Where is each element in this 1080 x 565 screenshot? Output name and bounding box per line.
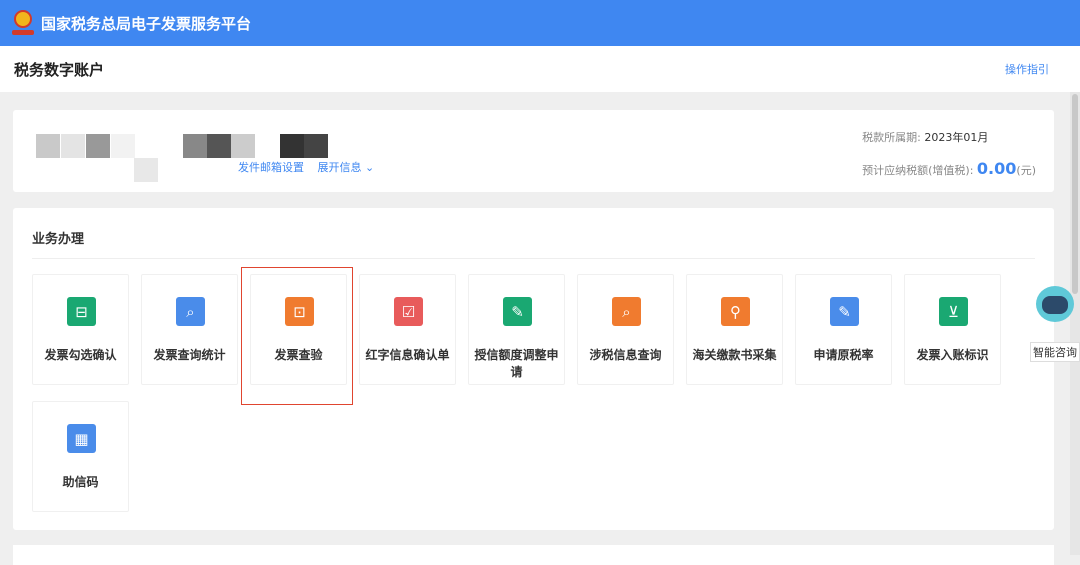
operation-guide-link[interactable]: 操作指引: [1005, 61, 1049, 77]
divider: [32, 258, 1035, 259]
tile-label: 红字信息确认单: [365, 348, 450, 362]
top-bar: 国家税务总局电子发票服务平台: [0, 0, 1080, 46]
account-card: 发件邮箱设置 展开信息 ⌄ 税款所属期: 2023年01月 预计应纳税额(增值税…: [13, 110, 1054, 192]
tile-search-doc[interactable]: ⌕ 发票查询统计: [141, 274, 238, 385]
tile-label: 发票查询统计: [153, 348, 226, 362]
tax-summary: 税款所属期: 2023年01月 预计应纳税额(增值税): 0.00(元): [862, 129, 1036, 178]
assistant-label: 智能咨询: [1030, 342, 1080, 362]
highlight-box: [241, 267, 353, 405]
platform-title: 国家税务总局电子发票服务平台: [41, 14, 252, 33]
next-card: [13, 545, 1054, 565]
tile-pen-doc[interactable]: ✎ 申请原税率: [795, 274, 892, 385]
tile-label: 申请原税率: [813, 348, 874, 362]
search-doc-icon: ⌕: [176, 297, 205, 326]
period-value: 2023年01月: [924, 131, 989, 144]
national-emblem-icon: [11, 8, 35, 38]
tile-label: 海关缴款书采集: [692, 348, 777, 362]
tile-doc-location[interactable]: ⚲ 海关缴款书采集: [686, 274, 783, 385]
folder-search-icon: ⌕: [612, 297, 641, 326]
ticket-icon: ⊟: [67, 297, 96, 326]
tax-amount: 0.00: [976, 159, 1017, 178]
page-title: 税务数字账户: [14, 60, 105, 79]
tile-qr-code[interactable]: ▦ 助信码: [32, 401, 129, 512]
tile-folder-search[interactable]: ⌕ 涉税信息查询: [577, 274, 674, 385]
tile-edit-doc[interactable]: ✎ 授信额度调整申请: [468, 274, 565, 385]
period-label: 税款所属期:: [862, 131, 921, 144]
tile-label: 发票勾选确认: [44, 348, 117, 362]
tax-label: 预计应纳税额(增值税):: [862, 164, 974, 177]
smart-assistant[interactable]: 智能咨询: [1030, 278, 1080, 362]
tax-unit: (元): [1016, 164, 1036, 177]
pen-doc-icon: ✎: [830, 297, 859, 326]
doc-location-icon: ⚲: [721, 297, 750, 326]
tile-label: 授信额度调整申请: [474, 348, 559, 379]
tile-inbox[interactable]: ⊻ 发票入账标识: [904, 274, 1001, 385]
tile-label: 助信码: [62, 475, 99, 489]
tile-doc-check[interactable]: ☑ 红字信息确认单: [359, 274, 456, 385]
inbox-icon: ⊻: [939, 297, 968, 326]
mailbox-setting-link[interactable]: 发件邮箱设置: [238, 161, 304, 174]
section-title: 业务办理: [32, 232, 85, 247]
tile-label: 涉税信息查询: [589, 348, 662, 362]
tile-ticket[interactable]: ⊟ 发票勾选确认: [32, 274, 129, 385]
qr-code-icon: ▦: [67, 424, 96, 453]
tile-label: 发票入账标识: [916, 348, 989, 362]
doc-check-icon: ☑: [394, 297, 423, 326]
page-header: 税务数字账户 操作指引: [0, 46, 1080, 92]
expand-info-link[interactable]: 展开信息 ⌄: [318, 161, 375, 174]
edit-doc-icon: ✎: [503, 297, 532, 326]
